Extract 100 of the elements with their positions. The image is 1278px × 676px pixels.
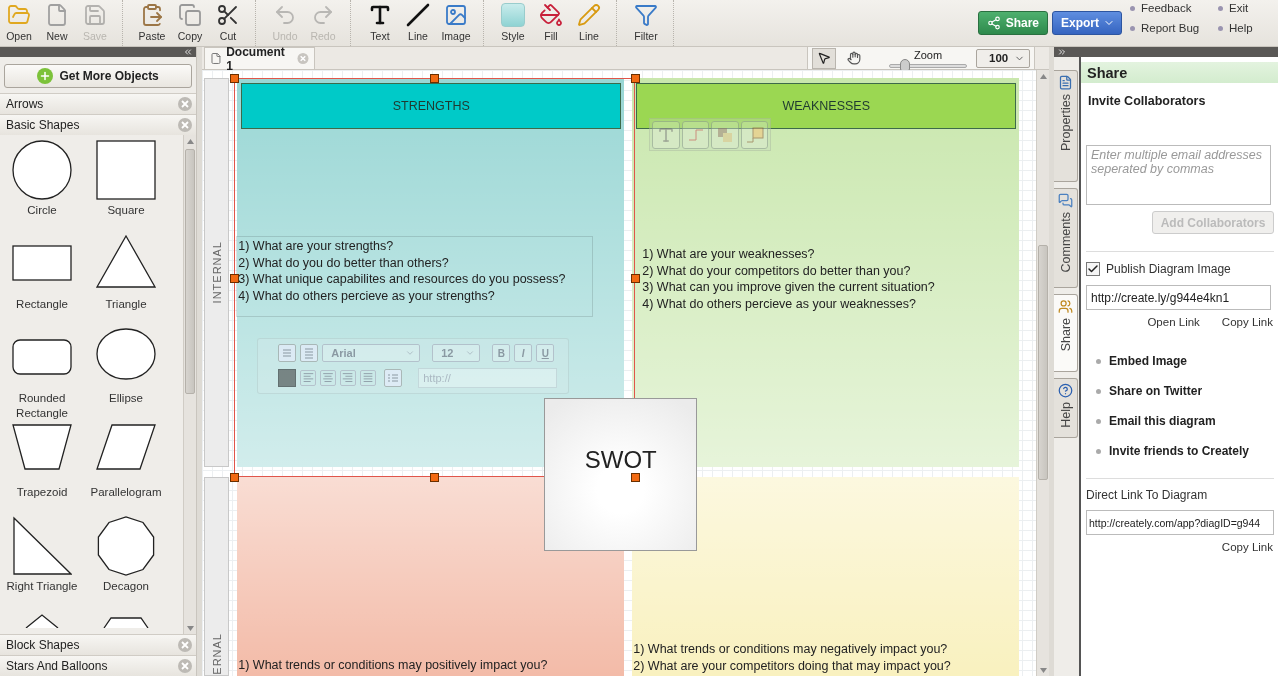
layers-icon[interactable] xyxy=(711,121,739,149)
toolbar-button[interactable]: Cut xyxy=(209,0,247,46)
question-text: 2) What do you do better than others? xyxy=(238,254,450,272)
field-label: Direct Link To Diagram xyxy=(1086,488,1209,502)
diagram-title: SWOT xyxy=(584,446,657,473)
document-tab[interactable]: Document 1 xyxy=(204,47,316,69)
circle-icon[interactable] xyxy=(12,140,72,200)
section-header[interactable]: Block Shapes xyxy=(0,634,197,655)
list-icon[interactable] xyxy=(300,344,319,362)
color-picker[interactable] xyxy=(278,369,297,387)
email-field[interactable]: Enter multiple email addresses seperated by commas xyxy=(1086,145,1271,205)
bullets-icon[interactable] xyxy=(384,369,403,387)
scroll-up-icon[interactable] xyxy=(186,138,194,144)
toolbar-button[interactable]: Filter xyxy=(627,0,665,46)
scrollbar[interactable] xyxy=(1036,70,1049,676)
action-link[interactable]: Copy Link xyxy=(1221,316,1273,328)
question-text: 1) What trends or conditions may positively impact you? xyxy=(238,657,548,674)
right-triangle-icon[interactable] xyxy=(12,516,72,576)
section-header[interactable]: Basic Shapes xyxy=(0,114,197,135)
close-icon[interactable] xyxy=(178,659,193,673)
zoom-dropdown[interactable]: 100 xyxy=(976,48,1030,68)
shape-label: Parallelogram xyxy=(90,485,162,500)
get-more-objects-button[interactable]: Get More Objects xyxy=(4,64,193,88)
align-icon[interactable] xyxy=(360,370,377,386)
folder-icon xyxy=(7,3,31,27)
side-tab[interactable]: Share xyxy=(1054,294,1078,372)
toolbar-button[interactable]: Paste xyxy=(133,0,171,46)
shape-label: Triangle xyxy=(105,297,147,312)
undo-icon xyxy=(273,3,297,27)
toolbar-button[interactable]: Line xyxy=(399,0,437,46)
side-tab[interactable]: Comments xyxy=(1054,188,1078,288)
shape-label: Right Triangle xyxy=(6,579,78,594)
quadrant-header: STRENGTHS xyxy=(241,83,622,129)
toolbar-button[interactable]: Style xyxy=(494,0,532,46)
toolbar-button[interactable]: Text xyxy=(361,0,399,46)
share-option[interactable]: Embed Image xyxy=(1096,354,1274,368)
connector-icon[interactable] xyxy=(681,121,710,149)
toolbar-button[interactable]: Open xyxy=(0,0,38,46)
document-icon xyxy=(1058,75,1073,90)
section-header[interactable]: Arrows xyxy=(0,93,197,114)
resize-handle[interactable] xyxy=(430,473,440,482)
shape-icon[interactable] xyxy=(740,121,769,149)
link-field[interactable]: http://create.ly/g944e4kn1 xyxy=(1086,285,1271,310)
text-icon[interactable] xyxy=(652,121,680,149)
resize-handle[interactable] xyxy=(631,473,641,482)
side-tab[interactable]: Help xyxy=(1054,378,1078,438)
caret-icon xyxy=(465,348,476,358)
image-icon xyxy=(444,3,468,27)
toolbar-button[interactable]: Line xyxy=(570,0,608,46)
collapse-icon[interactable] xyxy=(183,47,194,57)
action-link[interactable]: Open Link xyxy=(1147,316,1200,328)
toolbar-button[interactable]: Image xyxy=(437,0,475,46)
square-icon[interactable] xyxy=(96,140,156,200)
lane-header: ERNAL xyxy=(204,477,230,676)
resize-handle[interactable] xyxy=(230,473,240,482)
close-icon[interactable] xyxy=(178,638,193,652)
decagon-icon[interactable] xyxy=(96,516,156,576)
align-icon[interactable] xyxy=(340,370,357,386)
hand-icon xyxy=(847,51,861,65)
resize-handle[interactable] xyxy=(230,74,240,83)
share-option[interactable]: Share on Twitter xyxy=(1096,384,1274,398)
copy-icon xyxy=(178,3,202,27)
scroll-down-icon[interactable] xyxy=(1039,667,1047,673)
help-icon xyxy=(1058,383,1073,398)
shape-label: Trapezoid xyxy=(16,485,68,500)
section-header[interactable]: Stars And Balloons xyxy=(0,655,197,676)
link-field[interactable]: http://creately.com/app?diagID=g944 xyxy=(1086,510,1274,535)
export-button[interactable]: Export xyxy=(1052,11,1122,35)
header-link[interactable]: Exit xyxy=(1218,2,1278,14)
scroll-up-icon[interactable] xyxy=(1039,73,1047,79)
side-tab[interactable]: Properties xyxy=(1054,70,1078,182)
scrollbar[interactable] xyxy=(183,135,197,634)
header-link[interactable]: Report Bug xyxy=(1130,22,1218,34)
action-link[interactable]: Copy Link xyxy=(1221,541,1273,553)
resize-handle[interactable] xyxy=(230,274,240,283)
scroll-down-icon[interactable] xyxy=(186,625,194,631)
pointer-tool[interactable] xyxy=(812,47,836,69)
question-text: 3) What unique capabilites and resources do you possess? xyxy=(238,271,567,288)
close-icon[interactable] xyxy=(178,97,193,111)
clipboard-icon xyxy=(140,3,164,27)
collapse-icon[interactable] xyxy=(1057,47,1067,57)
shape-label: Rounded Rectangle xyxy=(15,391,69,421)
resize-handle[interactable] xyxy=(631,74,641,83)
close-icon[interactable] xyxy=(178,118,193,132)
share-option[interactable]: Email this diagram xyxy=(1096,414,1274,428)
header-link[interactable]: Help xyxy=(1218,22,1278,34)
align-icon[interactable] xyxy=(300,370,317,386)
close-icon[interactable] xyxy=(297,52,310,65)
share-option[interactable]: Invite friends to Creately xyxy=(1096,444,1274,458)
toolbar-button[interactable]: Fill xyxy=(532,0,570,46)
checkbox[interactable] xyxy=(1086,262,1100,276)
valign-icon[interactable] xyxy=(278,344,297,362)
toolbar-button[interactable]: New xyxy=(38,0,76,46)
align-icon[interactable] xyxy=(320,370,337,386)
pencil-icon xyxy=(577,3,601,27)
toolbar-button[interactable]: Copy xyxy=(171,0,209,46)
header-link[interactable]: Feedback xyxy=(1130,2,1218,14)
filter-icon xyxy=(634,3,658,27)
resize-handle[interactable] xyxy=(430,74,440,83)
resize-handle[interactable] xyxy=(631,274,641,283)
